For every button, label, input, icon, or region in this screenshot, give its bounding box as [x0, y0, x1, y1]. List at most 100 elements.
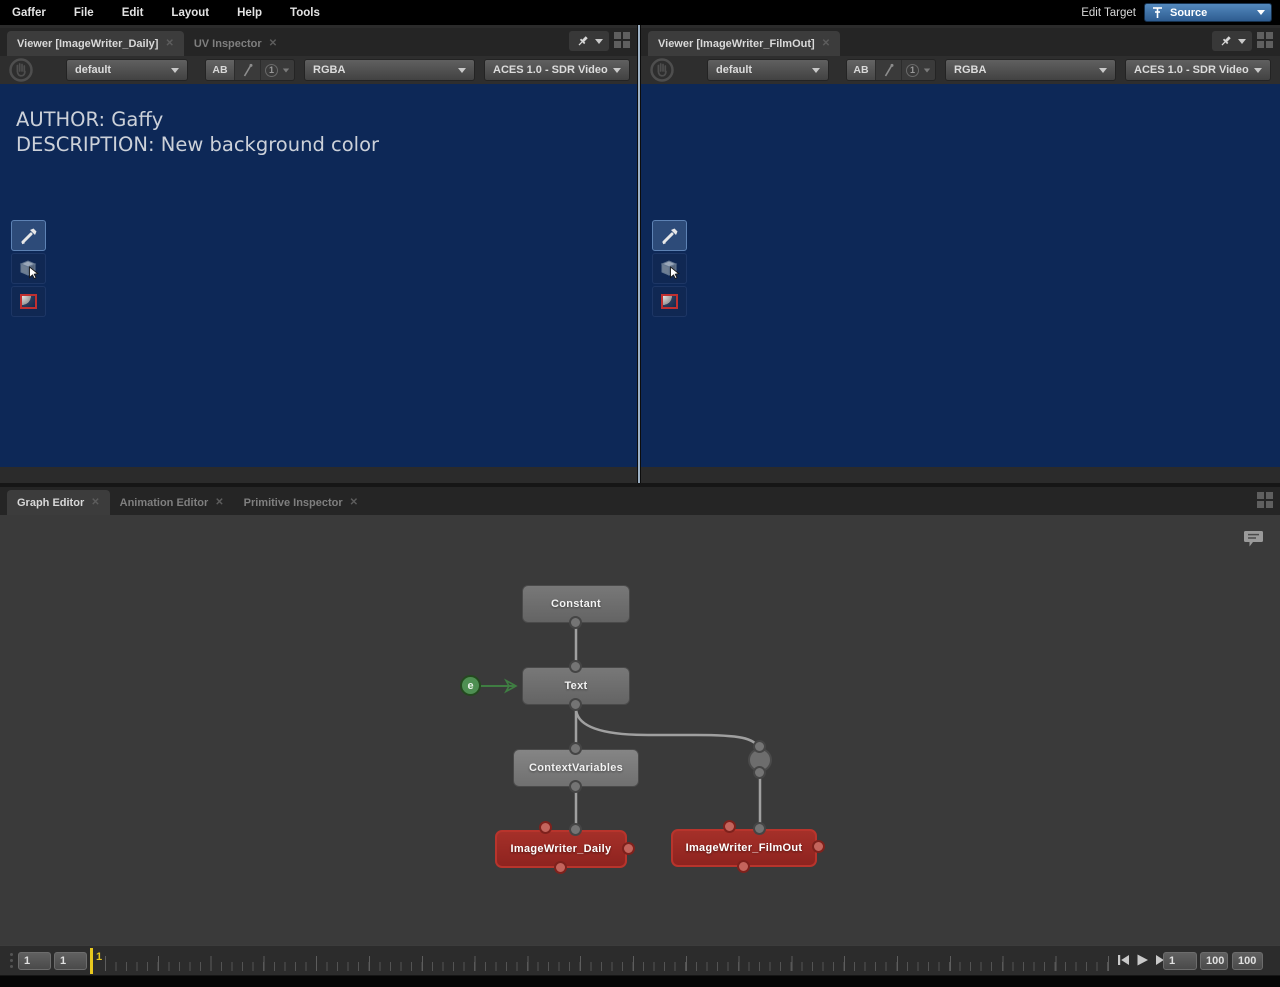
node-connector[interactable]: [723, 820, 736, 833]
node-connector[interactable]: [753, 822, 766, 835]
pan-hand-icon[interactable]: [650, 58, 674, 82]
menu-help[interactable]: Help: [237, 7, 262, 19]
node-connector[interactable]: [812, 840, 825, 853]
close-icon[interactable]: ✕: [822, 38, 830, 49]
pan-hand-icon[interactable]: [9, 58, 33, 82]
edit-target-dropdown[interactable]: Source: [1144, 3, 1272, 22]
tab-viewer-imagewriter-filmout[interactable]: Viewer [ImageWriter_FilmOut] ✕: [648, 31, 840, 56]
timeline-start-field[interactable]: 1: [18, 952, 51, 970]
cube-cursor-icon: [17, 258, 40, 279]
close-icon[interactable]: ✕: [165, 38, 173, 49]
node-label: Constant: [551, 598, 601, 610]
expression-node-badge[interactable]: e: [460, 675, 481, 696]
crop-window-icon: [20, 294, 37, 309]
compare-image-button[interactable]: 1: [260, 60, 294, 80]
edit-scope-icon: [1151, 6, 1164, 20]
node-connector[interactable]: [569, 616, 582, 629]
layout-grid-icon[interactable]: [1257, 492, 1275, 510]
node-connector[interactable]: [569, 780, 582, 793]
viewer-tools-column: [11, 220, 47, 319]
tab-uv-inspector[interactable]: UV Inspector ✕: [184, 31, 287, 56]
menu-gaffer[interactable]: Gaffer: [12, 7, 46, 19]
tab-label: Viewer [ImageWriter_FilmOut]: [658, 38, 815, 50]
node-label: Text: [564, 680, 587, 692]
close-icon[interactable]: ✕: [269, 38, 277, 49]
node-connector[interactable]: [753, 766, 766, 779]
timeline-ruler[interactable]: [105, 946, 1115, 976]
tab-viewer-imagewriter-daily[interactable]: Viewer [ImageWriter_Daily] ✕: [7, 31, 184, 56]
close-icon[interactable]: ✕: [215, 497, 223, 508]
layout-grid-icon[interactable]: [614, 32, 632, 50]
layout-grid-icon[interactable]: [1257, 32, 1275, 50]
crop-window-tool-button[interactable]: [11, 286, 46, 317]
color-picker-tool-button[interactable]: [652, 220, 687, 251]
pin-icon: [576, 34, 590, 48]
crop-window-icon: [661, 294, 678, 309]
timeline-current-frame-field[interactable]: 1: [54, 952, 87, 970]
node-graph-canvas[interactable]: Constant Text ContextVariables ImageWrit…: [0, 515, 1280, 945]
selection-tool-button[interactable]: [652, 253, 687, 284]
tab-graph-editor[interactable]: Graph Editor ✕: [7, 490, 110, 515]
close-icon[interactable]: ✕: [91, 497, 99, 508]
menu-layout[interactable]: Layout: [171, 7, 209, 19]
play-icon[interactable]: [1136, 954, 1149, 966]
menu-tools[interactable]: Tools: [290, 7, 320, 19]
chevron-down-icon: [1254, 68, 1262, 73]
node-connector[interactable]: [569, 698, 582, 711]
compare-button-group: AB 1: [205, 59, 295, 81]
layer-select[interactable]: default: [66, 59, 188, 81]
chevron-down-icon: [812, 68, 820, 73]
chevron-down-icon: [613, 68, 621, 73]
timeline-range-end2-field[interactable]: 100: [1232, 952, 1263, 970]
timeline-grip-handle[interactable]: [10, 953, 13, 968]
menu-edit[interactable]: Edit: [122, 7, 144, 19]
image-viewport-filmout[interactable]: XY : 0 0 HD 1080 ( 20 RGBA : 0.000 0.050…: [641, 84, 1280, 467]
tab-animation-editor[interactable]: Animation Editor ✕: [110, 490, 234, 515]
node-connector[interactable]: [569, 742, 582, 755]
node-connector[interactable]: [737, 860, 750, 873]
edit-target-value: Source: [1170, 7, 1207, 19]
selection-tool-button[interactable]: [11, 253, 46, 284]
display-transform-select[interactable]: ACES 1.0 - SDR Video: [1125, 59, 1271, 81]
display-transform-select[interactable]: ACES 1.0 - SDR Video: [484, 59, 630, 81]
viewer-filmout-toolbar: default AB 1 RGBA ACES 1.0 - SDR Video: [641, 56, 1280, 84]
edit-target-label: Edit Target: [1081, 7, 1136, 19]
skip-to-start-icon[interactable]: [1117, 954, 1130, 966]
chevron-down-icon: [283, 68, 289, 72]
graph-editor-panel: Graph Editor ✕ Animation Editor ✕ Primit…: [0, 487, 1280, 945]
compare-count: 1: [265, 64, 278, 77]
chevron-down-icon: [1099, 68, 1107, 73]
channels-select[interactable]: RGBA: [945, 59, 1116, 81]
tab-label: Viewer [ImageWriter_Daily]: [17, 38, 158, 50]
wipe-icon[interactable]: [875, 60, 901, 80]
tab-primitive-inspector[interactable]: Primitive Inspector ✕: [234, 490, 368, 515]
menu-file[interactable]: File: [74, 7, 94, 19]
image-viewport-daily[interactable]: AUTHOR: Gaffy DESCRIPTION: New backgroun…: [0, 84, 637, 467]
timeline-range-end-field[interactable]: 100: [1200, 952, 1228, 970]
timeline-frame-field[interactable]: 1: [1163, 952, 1197, 970]
channels-select[interactable]: RGBA: [304, 59, 475, 81]
close-icon[interactable]: ✕: [350, 497, 358, 508]
layer-select[interactable]: default: [707, 59, 829, 81]
compare-image-button[interactable]: 1: [901, 60, 935, 80]
node-connector[interactable]: [569, 660, 582, 673]
window-bottom-strip: [0, 976, 1280, 987]
timeline-playhead[interactable]: [90, 948, 93, 974]
crop-window-tool-button[interactable]: [652, 286, 687, 317]
wipe-icon[interactable]: [234, 60, 260, 80]
pin-editor-button[interactable]: [569, 31, 609, 51]
timeline-range-end-value: 100: [1206, 955, 1224, 967]
viewer-panels: Viewer [ImageWriter_Daily] ✕ UV Inspecto…: [0, 25, 1280, 483]
node-connector[interactable]: [554, 861, 567, 874]
chevron-down-icon: [1257, 10, 1265, 15]
color-picker-tool-button[interactable]: [11, 220, 46, 251]
viewer-filmout-tabbar: Viewer [ImageWriter_FilmOut] ✕: [641, 28, 1280, 56]
ab-compare-button[interactable]: AB: [206, 60, 234, 80]
node-connector[interactable]: [569, 823, 582, 836]
pin-editor-button[interactable]: [1212, 31, 1252, 51]
node-connector[interactable]: [539, 821, 552, 834]
node-connector[interactable]: [753, 740, 766, 753]
ab-compare-button[interactable]: AB: [847, 60, 875, 80]
tab-label: Animation Editor: [120, 497, 209, 509]
node-connector[interactable]: [622, 842, 635, 855]
